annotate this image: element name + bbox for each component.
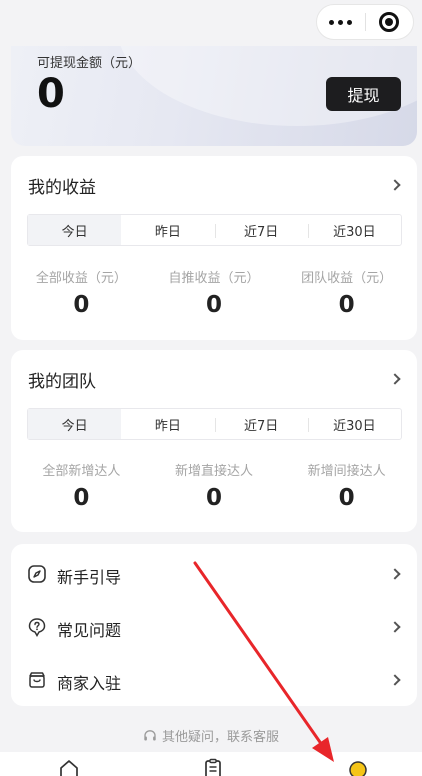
support-text: 其他疑问，联系客服 [161, 730, 279, 745]
tab-yesterday[interactable]: 昨日 [121, 215, 214, 245]
close-button[interactable] [366, 5, 414, 39]
stat-team-earnings: 团队收益（元） 0 [287, 267, 407, 318]
stat-value: 0 [338, 485, 355, 511]
earnings-period-tabs: 今日 昨日 近7日 近30日 [27, 214, 402, 246]
merchant-icon [29, 672, 45, 688]
tab-yesterday[interactable]: 昨日 [121, 409, 214, 439]
chevron-right-icon[interactable] [389, 373, 401, 385]
stat-all-new-members: 全部新增达人 0 [21, 460, 141, 511]
stat-indirect-new-members: 新增间接达人 0 [287, 460, 407, 511]
profile-tab-icon[interactable] [348, 758, 368, 776]
withdraw-button[interactable]: 提现 [326, 77, 401, 111]
team-period-tabs: 今日 昨日 近7日 近30日 [27, 408, 402, 440]
tab-30-days[interactable]: 近30日 [307, 409, 401, 439]
menu-item-beginner-guide[interactable]: 新手引导 [11, 548, 417, 600]
menu-item-label: 新手引导 [57, 568, 122, 587]
earnings-stats: 全部收益（元） 0 自推收益（元） 0 团队收益（元） 0 [11, 267, 417, 318]
menu-item-faq[interactable]: 常见问题 [11, 601, 417, 653]
chevron-right-icon [389, 674, 401, 686]
tab-30-days[interactable]: 近30日 [307, 215, 401, 245]
more-dots-icon [329, 19, 353, 25]
menu-item-label: 常见问题 [57, 621, 122, 640]
menu-item-merchant-join[interactable]: 商家入驻 [11, 654, 417, 706]
menu-item-label: 商家入驻 [57, 674, 122, 693]
compass-icon [28, 565, 46, 583]
team-card: 我的团队 今日 昨日 近7日 近30日 全部新增达人 0 新增直接达人 0 新增… [11, 350, 417, 532]
stat-total-earnings: 全部收益（元） 0 [21, 267, 141, 318]
chevron-right-icon [389, 621, 401, 633]
stat-value: 0 [338, 292, 355, 318]
home-icon[interactable] [58, 758, 80, 776]
stat-label: 全部收益（元） [35, 271, 127, 286]
clipboard-icon[interactable] [203, 758, 223, 776]
stat-label: 新增间接达人 [307, 464, 386, 479]
more-button[interactable] [317, 5, 365, 39]
stat-label: 新增直接达人 [174, 464, 253, 479]
stat-label: 团队收益（元） [301, 271, 393, 286]
mini-program-capsule [316, 4, 414, 40]
balance-amount: 0 [37, 71, 65, 117]
team-stats: 全部新增达人 0 新增直接达人 0 新增间接达人 0 [11, 460, 417, 511]
chevron-right-icon[interactable] [389, 179, 401, 191]
stat-label: 全部新增达人 [42, 464, 121, 479]
target-close-icon [379, 12, 400, 32]
earnings-card: 我的收益 今日 昨日 近7日 近30日 全部收益（元） 0 自推收益（元） 0 … [11, 156, 417, 340]
earnings-title[interactable]: 我的收益 [28, 173, 96, 198]
stat-value: 0 [73, 485, 90, 511]
stat-self-earnings: 自推收益（元） 0 [154, 267, 274, 318]
balance-card: 可提现金额（元） 0 提现 [11, 46, 417, 146]
stat-value: 0 [205, 292, 222, 318]
menu-card: 新手引导 常见问题 商家入驻 [11, 544, 417, 706]
question-bubble-icon [28, 618, 46, 637]
headset-icon [144, 729, 156, 740]
tab-today[interactable]: 今日 [28, 215, 122, 245]
stat-direct-new-members: 新增直接达人 0 [154, 460, 274, 511]
tab-today[interactable]: 今日 [28, 409, 122, 439]
tab-7-days[interactable]: 近7日 [214, 409, 308, 439]
stat-value: 0 [73, 292, 90, 318]
tab-7-days[interactable]: 近7日 [214, 215, 308, 245]
bottom-tab-bar [0, 752, 422, 776]
team-title[interactable]: 我的团队 [28, 367, 96, 392]
stat-value: 0 [205, 485, 222, 511]
contact-support-link[interactable]: 其他疑问，联系客服 [0, 726, 422, 745]
chevron-right-icon [389, 568, 401, 580]
stat-label: 自推收益（元） [168, 271, 260, 286]
balance-label: 可提现金额（元） [37, 56, 142, 71]
